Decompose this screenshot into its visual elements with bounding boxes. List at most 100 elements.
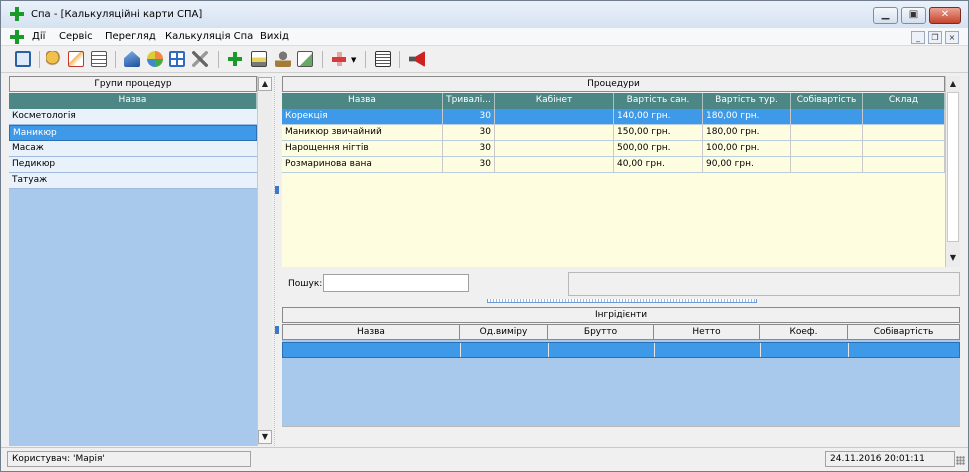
splitter-grip-icon[interactable] [487, 299, 757, 303]
procedures-panel-title: Процедури [282, 76, 945, 92]
cell-duration[interactable]: 30 [443, 157, 495, 173]
cell-cabinet[interactable] [495, 109, 614, 125]
ingr-col-gross[interactable]: Брутто [548, 325, 654, 339]
cell-cost[interactable] [791, 125, 863, 141]
list-item[interactable]: Татуаж [9, 173, 257, 189]
mail-icon[interactable] [68, 51, 84, 67]
cell-cost[interactable] [791, 141, 863, 157]
tools-icon[interactable] [192, 51, 208, 67]
procedures-scrollbar[interactable]: ▲ ▼ [945, 76, 960, 267]
cell-composition[interactable] [863, 141, 945, 157]
proc-col-duration[interactable]: Тривалі... [443, 93, 495, 109]
cell-cabinet[interactable] [495, 125, 614, 141]
proc-col-composition[interactable]: Склад [863, 93, 945, 109]
ingredients-panel-title: Інгрідієнти [282, 307, 960, 323]
palette-icon[interactable] [147, 51, 163, 67]
title-bar[interactable]: Спа - [Калькуляційні карти СПА] ▁ ▣ ✕ [1, 1, 968, 28]
scroll-up-icon[interactable]: ▲ [946, 78, 960, 90]
cell-name[interactable]: Розмаринова вана [282, 157, 443, 173]
cell-price-san[interactable]: 500,00 грн. [614, 141, 703, 157]
cell-cabinet[interactable] [495, 141, 614, 157]
cell-composition[interactable] [863, 157, 945, 173]
window-icon[interactable] [15, 51, 31, 67]
cell-duration[interactable]: 30 [443, 109, 495, 125]
dropdown-arrow-icon[interactable]: ▼ [351, 56, 356, 64]
ingr-col-name[interactable]: Назва [283, 325, 460, 339]
menu-exit[interactable]: Вихід [260, 31, 289, 42]
splitter-grip-icon[interactable] [275, 186, 279, 194]
report-icon[interactable] [91, 51, 107, 67]
cell-price-tour[interactable]: 180,00 грн. [703, 125, 791, 141]
table-row[interactable] [282, 342, 960, 358]
cell-price-san[interactable]: 140,00 грн. [614, 109, 703, 125]
row-divider [848, 343, 849, 357]
scroll-thumb[interactable] [947, 92, 959, 242]
list-item[interactable]: Косметологія [9, 109, 257, 125]
scroll-up-icon[interactable]: ▲ [258, 77, 272, 91]
menu-calculation[interactable]: Калькуляція Спа [165, 31, 253, 42]
mdi-close-button[interactable]: × [945, 31, 959, 44]
table-row[interactable]: Розмаринова вана 30 40,00 грн. 90,00 грн. [282, 157, 945, 173]
speaker-icon[interactable] [409, 51, 425, 67]
ingr-col-unit[interactable]: Од.виміру [460, 325, 548, 339]
add-icon[interactable] [228, 52, 244, 68]
ingr-col-net[interactable]: Нетто [654, 325, 760, 339]
find-person-icon[interactable] [46, 51, 62, 67]
proc-col-cost[interactable]: Собівартість [791, 93, 863, 109]
minimize-button[interactable]: ▁ [873, 7, 898, 24]
list-item[interactable]: Масаж [9, 141, 257, 157]
proc-col-price-tour[interactable]: Вартість тур. [703, 93, 791, 109]
cell-composition[interactable] [863, 125, 945, 141]
groups-scrollbar[interactable]: ▲ ▼ [257, 76, 272, 446]
cell-name[interactable]: Корекція [282, 109, 443, 125]
menu-service[interactable]: Сервіс [59, 31, 93, 42]
mdi-minimize-button[interactable]: _ [911, 31, 925, 44]
maximize-button[interactable]: ▣ [901, 7, 926, 24]
cell-cost[interactable] [791, 109, 863, 125]
cell-price-san[interactable]: 150,00 грн. [614, 125, 703, 141]
scroll-down-icon[interactable]: ▼ [258, 430, 272, 444]
cell-name[interactable]: Нарощення нігтів [282, 141, 443, 157]
toolbar-separator [218, 51, 219, 68]
cell-name[interactable]: Маникюр звичайний [282, 125, 443, 141]
list-item[interactable]: Маникюр [9, 125, 257, 141]
proc-col-price-san[interactable]: Вартість сан. [614, 93, 703, 109]
ingr-col-coef[interactable]: Коеф. [760, 325, 848, 339]
mdi-restore-button[interactable]: ❐ [928, 31, 942, 44]
splitter-grip-icon[interactable] [275, 326, 279, 334]
cell-price-tour[interactable]: 100,00 грн. [703, 141, 791, 157]
close-button[interactable]: ✕ [929, 7, 961, 24]
toolbar-separator [365, 51, 366, 68]
cell-price-san[interactable]: 40,00 грн. [614, 157, 703, 173]
proc-col-name[interactable]: Назва [282, 93, 443, 109]
table-row[interactable]: Нарощення нігтів 30 500,00 грн. 100,00 грн. [282, 141, 945, 157]
groups-column-header[interactable]: Назва [9, 93, 257, 109]
resize-grip-icon[interactable] [956, 456, 965, 465]
scroll-down-icon[interactable]: ▼ [946, 252, 960, 264]
cell-price-tour[interactable]: 90,00 грн. [703, 157, 791, 173]
menu-actions[interactable]: Дії [32, 31, 45, 42]
delete-icon[interactable] [331, 51, 347, 67]
stamp-icon[interactable] [275, 51, 291, 67]
cell-composition[interactable] [863, 109, 945, 125]
calculator-icon[interactable] [375, 51, 391, 67]
horizontal-splitter[interactable] [282, 299, 960, 305]
table-icon[interactable] [169, 51, 185, 67]
table-row[interactable]: Маникюр звичайний 30 150,00 грн. 180,00 грн… [282, 125, 945, 141]
menu-view[interactable]: Перегляд [105, 31, 156, 42]
list-item[interactable]: Педикюр [9, 157, 257, 173]
export-icon[interactable] [297, 51, 313, 67]
proc-col-cabinet[interactable]: Кабінет [495, 93, 614, 109]
cell-duration[interactable]: 30 [443, 141, 495, 157]
cell-cabinet[interactable] [495, 157, 614, 173]
ingr-col-cost[interactable]: Собівартість [848, 325, 959, 339]
cell-cost[interactable] [791, 157, 863, 173]
warehouse-icon[interactable] [124, 51, 140, 67]
search-input[interactable] [323, 274, 469, 292]
search-label: Пошук: [288, 279, 323, 289]
print-icon[interactable] [251, 51, 267, 67]
cell-duration[interactable]: 30 [443, 125, 495, 141]
table-row[interactable]: Корекція 30 140,00 грн. 180,00 грн. [282, 109, 945, 125]
vertical-splitter[interactable] [274, 76, 280, 446]
cell-price-tour[interactable]: 180,00 грн. [703, 109, 791, 125]
